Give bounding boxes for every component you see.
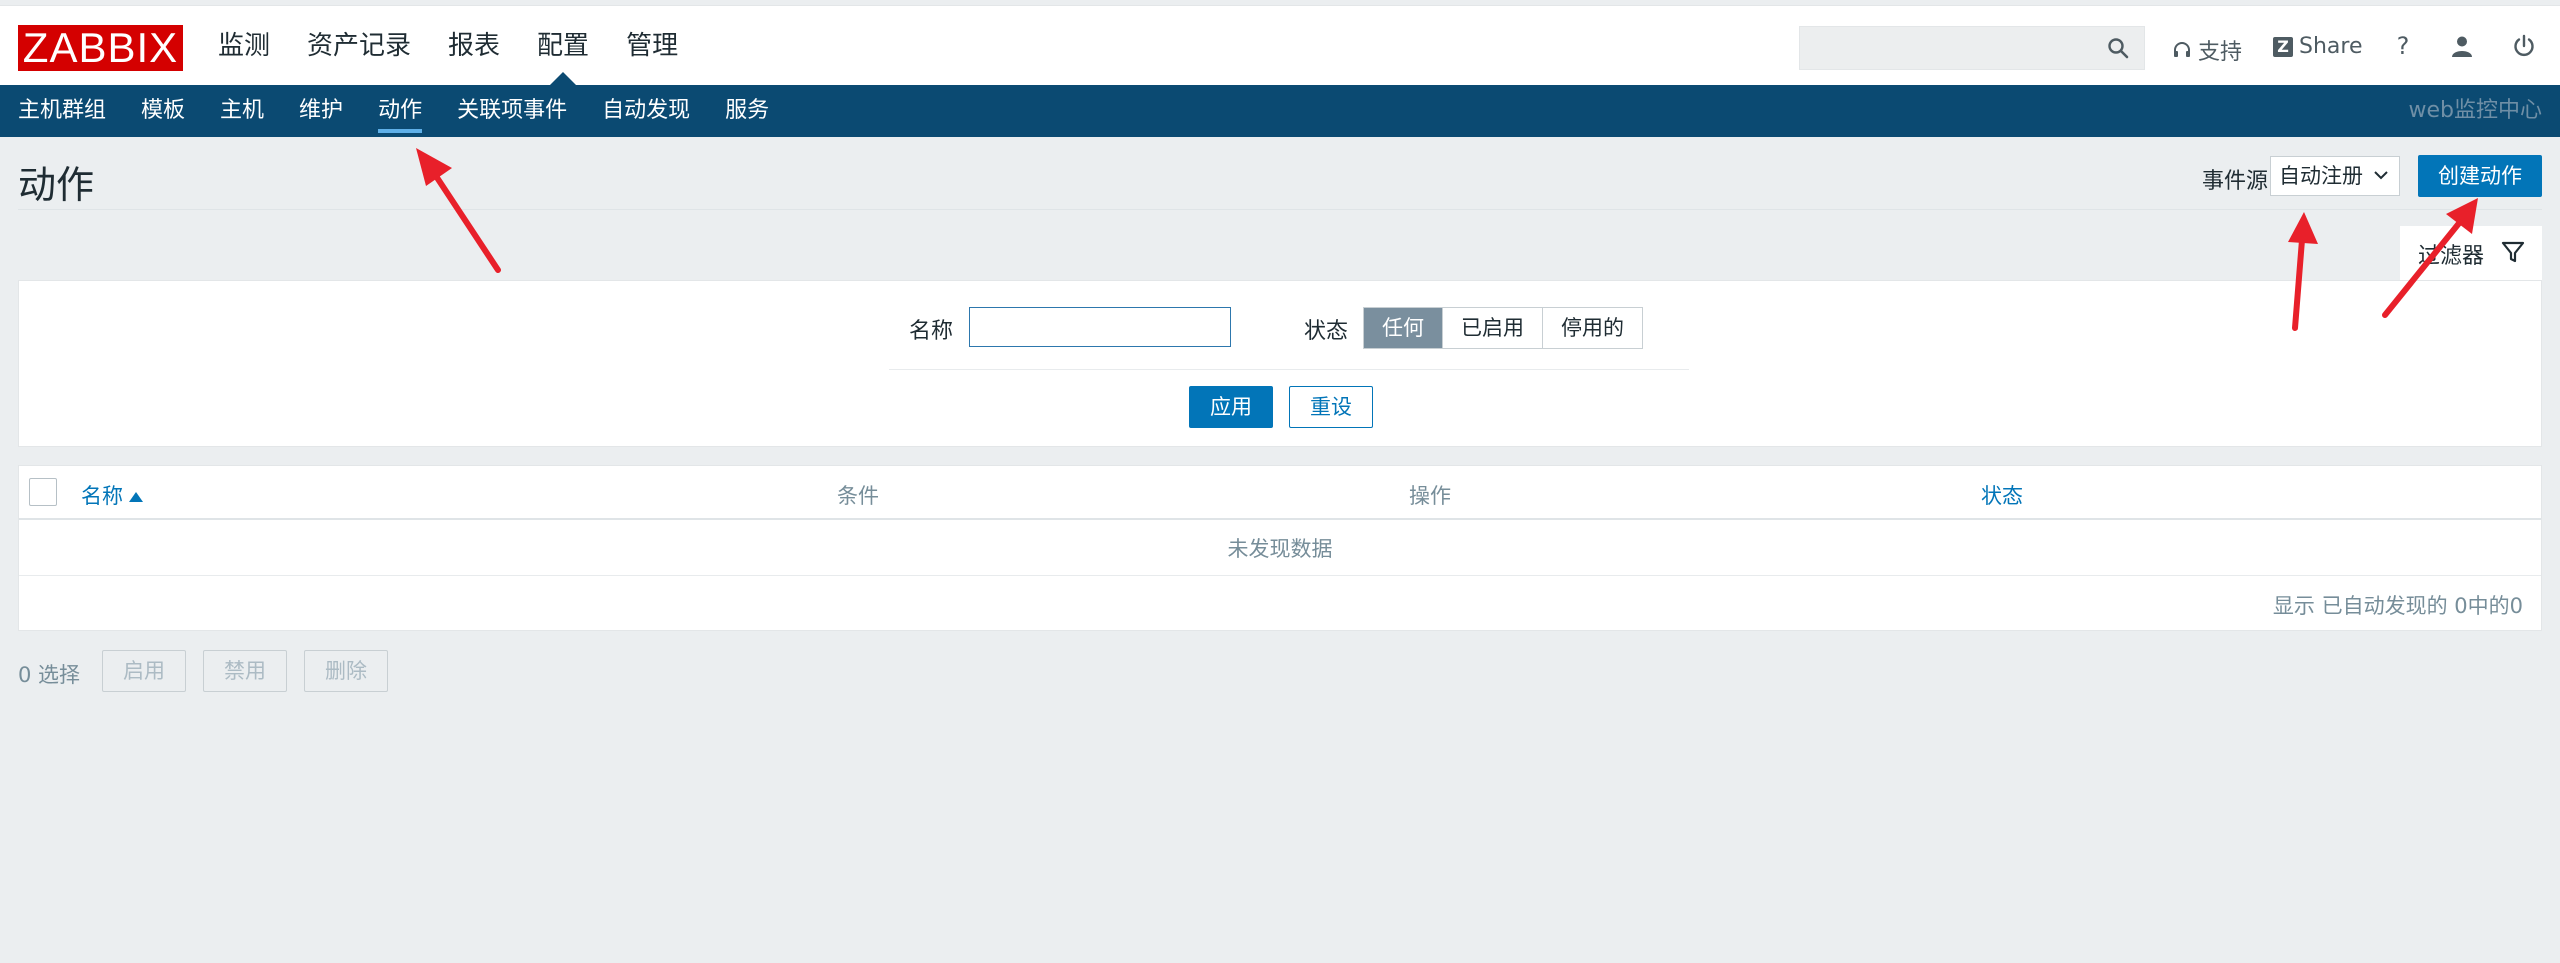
actions-table: 名称 条件 操作 状态 未发现数据 显示 已自动发现的 0中的0 (18, 465, 2542, 631)
user-icon[interactable] (2448, 32, 2476, 60)
table-empty-row: 未发现数据 (19, 522, 2541, 576)
sub-nav: 主机群组 模板 主机 维护 动作 关联项事件 自动发现 服务 web监控中心 (0, 85, 2560, 137)
support-label: 支持 (2198, 40, 2243, 65)
event-source-value: 自动注册 (2279, 164, 2363, 188)
sub-nav-maintenance[interactable]: 维护 (299, 85, 343, 137)
column-header-name[interactable]: 名称 (81, 480, 143, 510)
column-header-conditions: 条件 (837, 484, 879, 508)
sub-nav-actions[interactable]: 动作 (378, 85, 423, 137)
create-action-button[interactable]: 创建动作 (2418, 155, 2542, 197)
top-header: ZABBIX 监测 资产记录 报表 配置 管理 支持 Z Share ? (0, 5, 2560, 86)
sub-nav-templates[interactable]: 模板 (141, 85, 185, 137)
main-nav: 监测 资产记录 报表 配置 管理 (218, 28, 715, 86)
zabbix-logo[interactable]: ZABBIX (18, 25, 183, 71)
headset-icon (2172, 40, 2192, 60)
main-nav-configuration[interactable]: 配置 (537, 28, 589, 86)
table-header: 名称 条件 操作 状态 (19, 466, 2541, 520)
filter-divider (889, 369, 1689, 370)
enable-button[interactable]: 启用 (102, 650, 186, 692)
sub-nav-host-groups[interactable]: 主机群组 (18, 85, 106, 137)
delete-button[interactable]: 删除 (304, 650, 388, 692)
status-option-enabled[interactable]: 已启用 (1443, 308, 1543, 348)
share-label: Share (2299, 34, 2363, 59)
disable-button[interactable]: 禁用 (203, 650, 287, 692)
filter-tab-label: 过滤器 (2418, 244, 2485, 269)
event-source-label: 事件源 (2202, 169, 2269, 194)
status-option-any[interactable]: 任何 (1364, 308, 1443, 348)
main-nav-monitoring[interactable]: 监测 (218, 28, 270, 86)
sub-nav-discovery[interactable]: 自动发现 (602, 85, 690, 137)
filter-icon (2501, 241, 2525, 263)
sub-nav-services[interactable]: 服务 (725, 85, 769, 137)
help-icon[interactable]: ? (2389, 32, 2417, 60)
column-header-operations: 操作 (1409, 484, 1451, 508)
filter-name-input[interactable] (969, 307, 1231, 347)
filter-panel: 名称 状态 任何 已启用 停用的 应用 重设 (18, 280, 2542, 447)
column-header-status[interactable]: 状态 (1981, 480, 2023, 510)
event-source-select[interactable]: 自动注册 (2270, 156, 2400, 196)
search-icon[interactable] (2106, 36, 2130, 60)
site-name: web监控中心 (2408, 98, 2543, 123)
main-nav-administration[interactable]: 管理 (626, 28, 678, 86)
title-divider (18, 209, 2542, 210)
power-icon[interactable] (2510, 32, 2538, 60)
sub-nav-event-correlation[interactable]: 关联项事件 (457, 85, 567, 137)
apply-button[interactable]: 应用 (1189, 386, 1273, 428)
page-title: 动作 (18, 163, 95, 207)
reset-button[interactable]: 重设 (1289, 386, 1373, 428)
support-link[interactable]: 支持 (2172, 34, 2242, 66)
select-all-checkbox[interactable] (29, 478, 57, 506)
table-stats: 显示 已自动发现的 0中的0 (2272, 594, 2523, 618)
share-link[interactable]: Z Share (2273, 34, 2363, 59)
filter-tab[interactable]: 过滤器 (2400, 226, 2542, 280)
filter-status-label: 状态 (1304, 319, 1349, 344)
search-input[interactable] (1799, 26, 2145, 70)
main-nav-reports[interactable]: 报表 (448, 28, 500, 86)
filter-status-segmented: 任何 已启用 停用的 (1363, 307, 1643, 349)
sort-asc-icon (129, 492, 143, 502)
filter-name-label: 名称 (909, 319, 954, 344)
chevron-down-icon (2374, 171, 2388, 180)
zabbix-share-icon: Z (2273, 36, 2293, 57)
main-nav-inventory[interactable]: 资产记录 (307, 28, 411, 86)
sub-nav-hosts[interactable]: 主机 (220, 85, 264, 137)
status-option-disabled[interactable]: 停用的 (1543, 308, 1642, 348)
selected-count: 0 选择 (18, 663, 81, 687)
